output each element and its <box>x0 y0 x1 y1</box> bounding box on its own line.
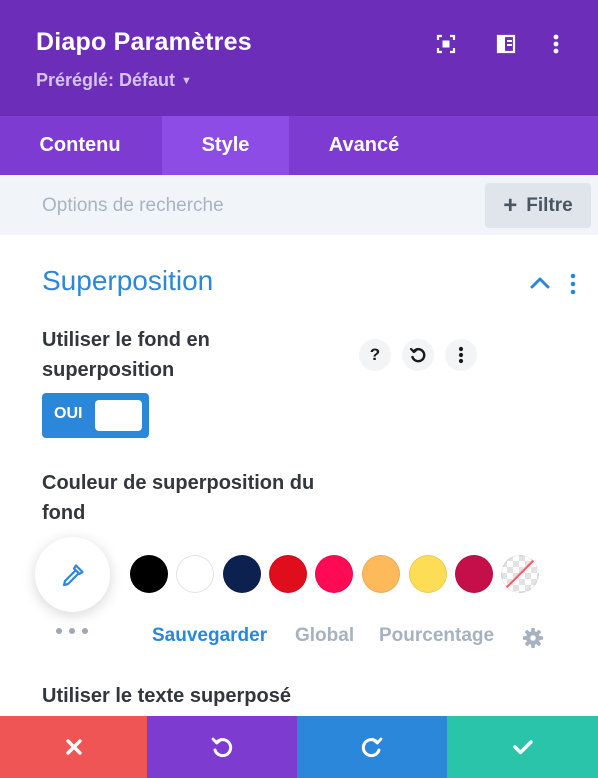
overlay-text-label: Utiliser le texte superposé <box>42 685 291 707</box>
search-input[interactable]: Options de recherche <box>42 195 224 217</box>
swatch-orange[interactable] <box>362 555 400 593</box>
action-bar <box>0 716 598 778</box>
more-colors-icon[interactable] <box>56 628 88 638</box>
panel-header: Diapo Paramètres Préréglé: Défaut ▼ <box>0 0 598 116</box>
tab-contenu[interactable]: Contenu <box>0 116 160 175</box>
overlay-color-label: Couleur de superposition du fond <box>42 472 315 524</box>
eyedropper-icon <box>62 563 84 586</box>
sidebar-layout-icon[interactable] <box>492 30 520 58</box>
cancel-button[interactable] <box>0 716 147 778</box>
check-icon <box>512 740 533 755</box>
filter-button[interactable]: + Filtre <box>485 183 591 228</box>
more-vertical-icon[interactable] <box>542 30 570 58</box>
swatch-crimson[interactable] <box>455 555 493 593</box>
swatch-yellow[interactable] <box>409 555 447 593</box>
color-picker-button[interactable] <box>35 537 110 612</box>
option-more-icon[interactable] <box>445 339 477 371</box>
section-title[interactable]: Superposition <box>42 265 213 297</box>
reset-icon[interactable] <box>402 339 434 371</box>
undo-button[interactable] <box>147 716 297 778</box>
filter-label: Filtre <box>526 194 573 216</box>
chevron-up-icon[interactable] <box>529 274 551 292</box>
swatch-pink[interactable] <box>315 555 353 593</box>
overlay-background-toggle[interactable]: OUI <box>42 393 149 438</box>
toggle-label: OUI <box>54 405 83 422</box>
overlay-background-label: Utiliser le fond en superposition <box>42 329 210 381</box>
swatch-transparent[interactable] <box>501 555 539 593</box>
palette-tab-global[interactable]: Global <box>295 625 354 647</box>
tab-avance[interactable]: Avancé <box>289 116 439 175</box>
redo-button[interactable] <box>297 716 447 778</box>
swatch-navy[interactable] <box>223 555 261 593</box>
focus-icon[interactable] <box>432 30 460 58</box>
palette-tab-sauvegarder[interactable]: Sauvegarder <box>152 625 267 647</box>
preset-label: Préréglé: Défaut <box>36 70 176 90</box>
redo-icon <box>361 737 383 758</box>
plus-icon: + <box>503 191 518 219</box>
swatch-red[interactable] <box>269 555 307 593</box>
tab-style[interactable]: Style <box>162 116 289 175</box>
palette-tab-pourcentage[interactable]: Pourcentage <box>379 625 494 647</box>
help-icon[interactable]: ? <box>359 339 391 371</box>
gear-icon[interactable] <box>522 627 544 649</box>
preset-selector[interactable]: Préréglé: Défaut ▼ <box>36 70 192 91</box>
swatch-white[interactable] <box>176 555 214 593</box>
section-more-icon[interactable] <box>566 272 580 296</box>
caret-down-icon: ▼ <box>181 75 192 88</box>
undo-icon <box>211 737 233 758</box>
settings-panel: Diapo Paramètres Préréglé: Défaut ▼ Cont… <box>0 0 598 778</box>
panel-title: Diapo Paramètres <box>36 28 252 56</box>
swatch-black[interactable] <box>130 555 168 593</box>
save-button[interactable] <box>447 716 598 778</box>
tab-bar: Contenu Style Avancé <box>0 116 598 175</box>
toggle-knob <box>95 400 142 431</box>
close-icon <box>65 739 82 755</box>
